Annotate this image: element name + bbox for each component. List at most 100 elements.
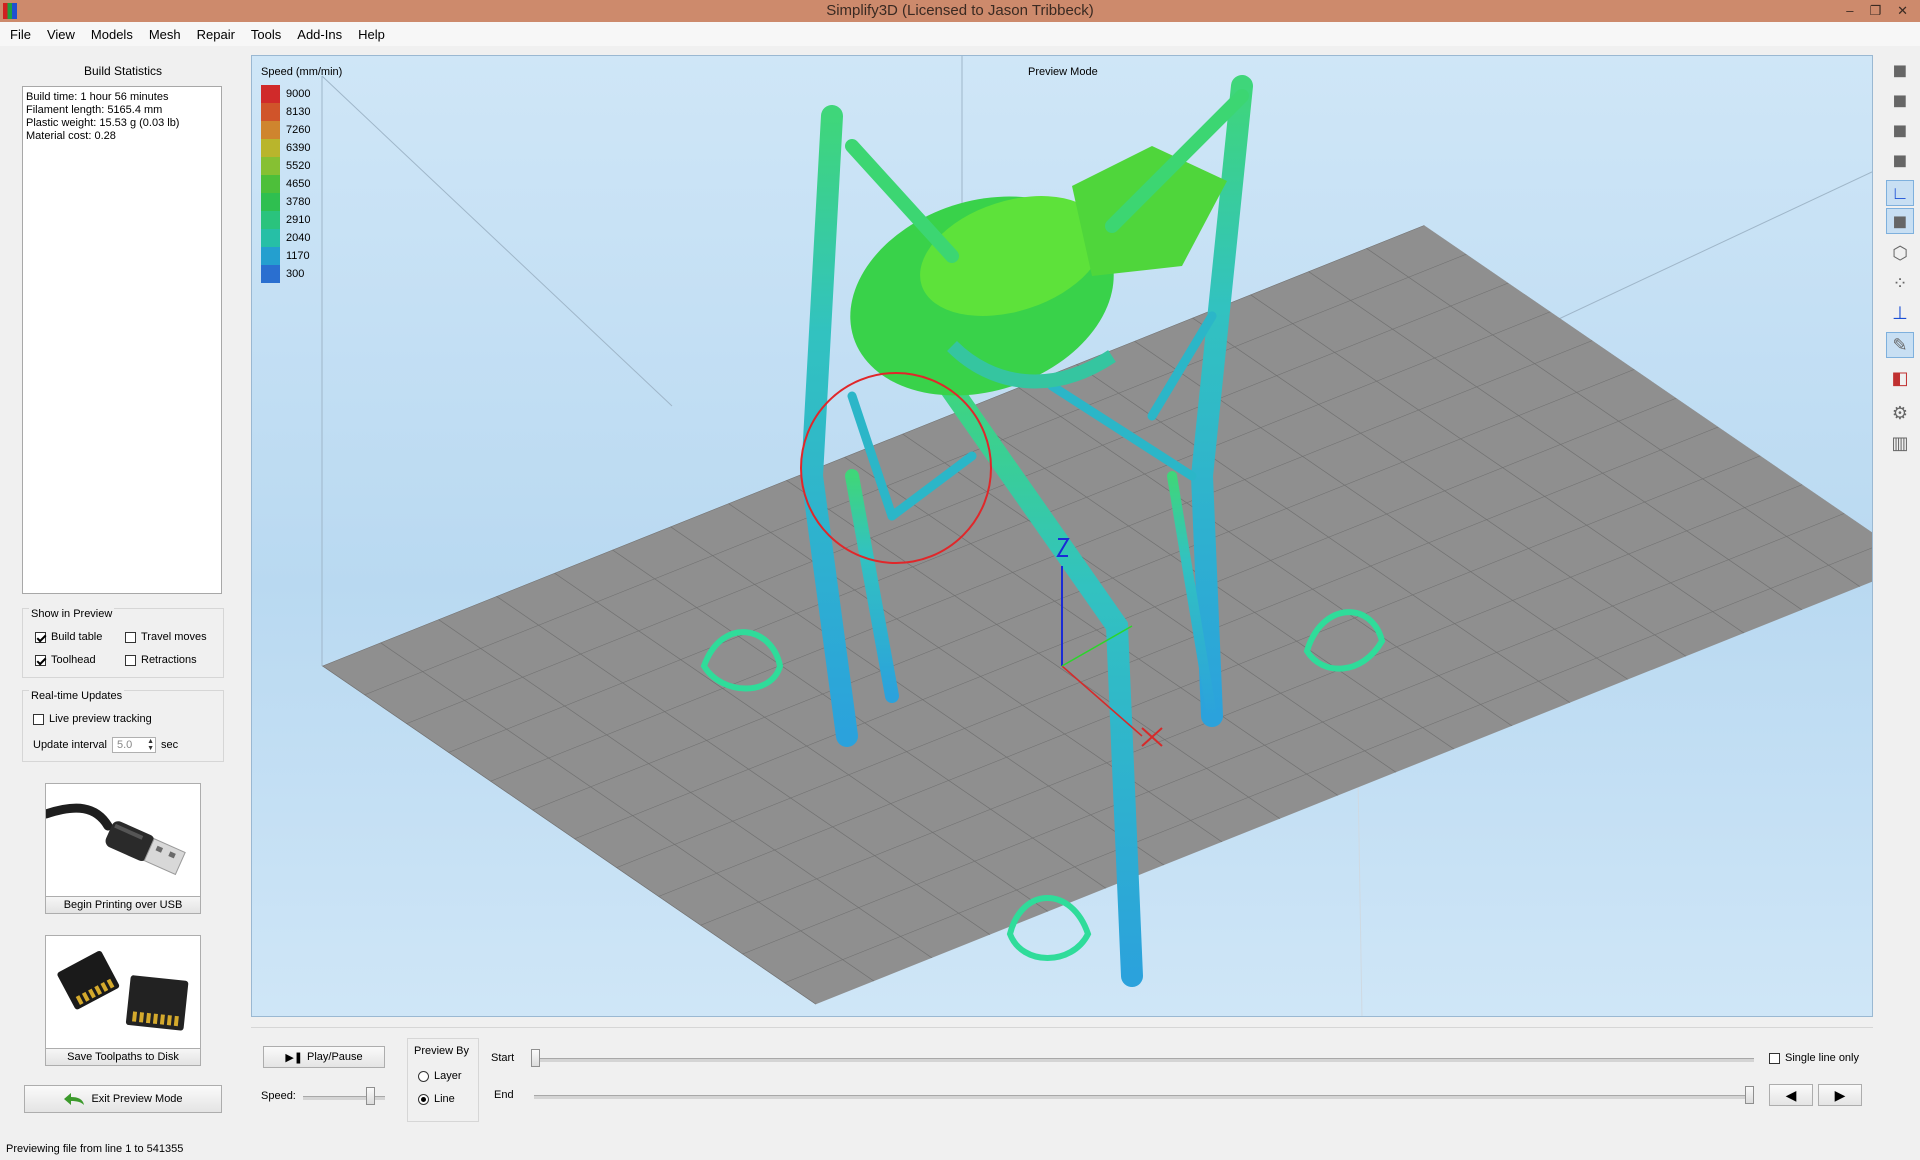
restore-button[interactable]: ❐ (1869, 0, 1881, 22)
legend-row: 7260 (261, 121, 310, 139)
view-default-cube-icon[interactable]: ◼ (1886, 57, 1914, 83)
toolhead-checkbox[interactable]: Toolhead (35, 654, 96, 666)
legend-swatch (261, 121, 280, 139)
spin-arrows-icon[interactable]: ▲ ▼ (147, 738, 154, 752)
update-interval-row: Update interval 5.0 ▲ ▼ sec (33, 737, 178, 753)
legend-row: 9000 (261, 85, 310, 103)
status-bar: Previewing file from line 1 to 541355 (6, 1143, 184, 1155)
legend-swatch (261, 139, 280, 157)
app-icon (3, 3, 17, 19)
cross-section-icon[interactable]: ✎ (1886, 332, 1914, 358)
line-radio-button[interactable] (418, 1093, 429, 1105)
toolhead-check-box[interactable] (35, 654, 46, 666)
preview-by-layer-radio[interactable]: Layer (418, 1070, 462, 1082)
exit-preview-mode-button[interactable]: Exit Preview Mode (24, 1085, 222, 1113)
single-line-check-box[interactable] (1769, 1052, 1780, 1064)
legend-swatch (261, 247, 280, 265)
save-toolpaths-button[interactable]: Save Toolpaths to Disk (45, 935, 201, 1066)
minimize-button[interactable]: – (1846, 0, 1853, 22)
legend-swatch (261, 103, 280, 121)
show-in-preview-title: Show in Preview (29, 608, 115, 620)
back-arrow-icon (64, 1093, 85, 1105)
start-label: Start (491, 1052, 515, 1064)
left-panel: Build Statistics Build time: 1 hour 56 m… (22, 54, 224, 762)
preview-by-title: Preview By (414, 1045, 470, 1057)
travel-moves-check-box[interactable] (125, 631, 136, 643)
legend-swatch (261, 85, 280, 103)
live-preview-tracking-check-box[interactable] (33, 713, 44, 725)
menu-add-ins[interactable]: Add-Ins (289, 27, 350, 42)
step-forward-icon: ▶ (1834, 1086, 1846, 1103)
menu-models[interactable]: Models (83, 27, 141, 42)
travel-moves-checkbox[interactable]: Travel moves (125, 631, 207, 643)
retractions-checkbox[interactable]: Retractions (125, 654, 197, 666)
step-forward-button[interactable]: ▶ (1818, 1084, 1862, 1106)
begin-printing-usb-button[interactable]: Begin Printing over USB (45, 783, 201, 914)
legend-swatch (261, 265, 280, 283)
build-statistics-box: Build time: 1 hour 56 minutes Filament l… (22, 86, 222, 594)
update-interval-spinbox[interactable]: 5.0 ▲ ▼ (112, 737, 156, 753)
legend-swatch (261, 229, 280, 247)
legend-row: 6390 (261, 139, 310, 157)
play-pause-label: Play/Pause (307, 1051, 363, 1063)
end-label: End (494, 1089, 514, 1101)
menu-mesh[interactable]: Mesh (141, 27, 189, 42)
save-toolpaths-label: Save Toolpaths to Disk (46, 1048, 200, 1065)
menu-file[interactable]: File (2, 27, 39, 42)
update-interval-unit: sec (161, 739, 179, 751)
view-side-cube-icon[interactable]: ◼ (1886, 117, 1914, 143)
stat-plastic-weight: Plastic weight: 15.53 g (0.03 lb) (26, 117, 180, 129)
speed-legend: 9000 8130 7260 6390 5520 4650 3780 2910 … (261, 85, 310, 283)
legend-swatch (261, 211, 280, 229)
point-view-icon[interactable]: ⁘ (1886, 270, 1914, 296)
sd-card-icon (57, 950, 189, 1031)
end-slider-track[interactable] (534, 1095, 1754, 1099)
end-slider-thumb[interactable] (1745, 1086, 1754, 1104)
playback-controls: ▶❚ Play/Pause Speed: Preview By Layer Li… (251, 1027, 1873, 1128)
speed-slider-thumb[interactable] (366, 1087, 375, 1105)
exit-preview-mode-label: Exit Preview Mode (91, 1093, 183, 1105)
normals-view-icon[interactable]: ⊥ (1886, 300, 1914, 326)
play-pause-button[interactable]: ▶❚ Play/Pause (263, 1046, 385, 1068)
preview-viewport[interactable]: Preview Mode Speed (mm/min) 9000 8130 72… (251, 55, 1873, 1017)
preview-by-line-radio[interactable]: Line (418, 1093, 455, 1105)
close-button[interactable]: ✕ (1897, 0, 1908, 22)
start-slider-thumb[interactable] (531, 1049, 540, 1067)
settings-gear-icon[interactable]: ⚙ (1886, 400, 1914, 426)
speed-label: Speed: (261, 1090, 296, 1102)
axes-toggle-icon[interactable]: ∟ (1886, 180, 1914, 206)
layer-radio-button[interactable] (418, 1070, 429, 1082)
menu-repair[interactable]: Repair (189, 27, 243, 42)
realtime-updates-title: Real-time Updates (29, 690, 125, 702)
solid-view-icon[interactable]: ◼ (1886, 208, 1914, 234)
retractions-check-box[interactable] (125, 654, 136, 666)
stat-build-time: Build time: 1 hour 56 minutes (26, 91, 169, 103)
wireframe-view-icon[interactable]: ⬡ (1886, 240, 1914, 266)
start-slider-track[interactable] (534, 1058, 1754, 1062)
build-table-check-box[interactable] (35, 631, 46, 643)
stat-filament-length: Filament length: 5165.4 mm (26, 104, 163, 116)
show-in-preview-group: Show in Preview Build table Travel moves… (22, 608, 224, 678)
legend-row: 8130 (261, 103, 310, 121)
view-top-cube-icon[interactable]: ◼ (1886, 147, 1914, 173)
menu-tools[interactable]: Tools (243, 27, 289, 42)
play-pause-icon: ▶❚ (285, 1051, 304, 1064)
live-preview-tracking-checkbox[interactable]: Live preview tracking (33, 713, 152, 725)
legend-row: 2910 (261, 211, 310, 229)
legend-row: 5520 (261, 157, 310, 175)
section-view-icon[interactable]: ◧ (1886, 365, 1914, 391)
menu-view[interactable]: View (39, 27, 83, 42)
legend-row: 3780 (261, 193, 310, 211)
update-interval-label: Update interval (33, 739, 107, 751)
realtime-updates-group: Real-time Updates Live preview tracking … (22, 690, 224, 762)
single-line-only-checkbox[interactable]: Single line only (1769, 1052, 1859, 1064)
supports-icon[interactable]: ▥ (1886, 430, 1914, 456)
legend-swatch (261, 193, 280, 211)
step-back-icon: ◀ (1785, 1086, 1797, 1103)
view-front-cube-icon[interactable]: ◼ (1886, 87, 1914, 113)
stat-material-cost: Material cost: 0.28 (26, 130, 116, 142)
step-back-button[interactable]: ◀ (1769, 1084, 1813, 1106)
build-table-checkbox[interactable]: Build table (35, 631, 102, 643)
menu-help[interactable]: Help (350, 27, 393, 42)
legend-row: 300 (261, 265, 310, 283)
